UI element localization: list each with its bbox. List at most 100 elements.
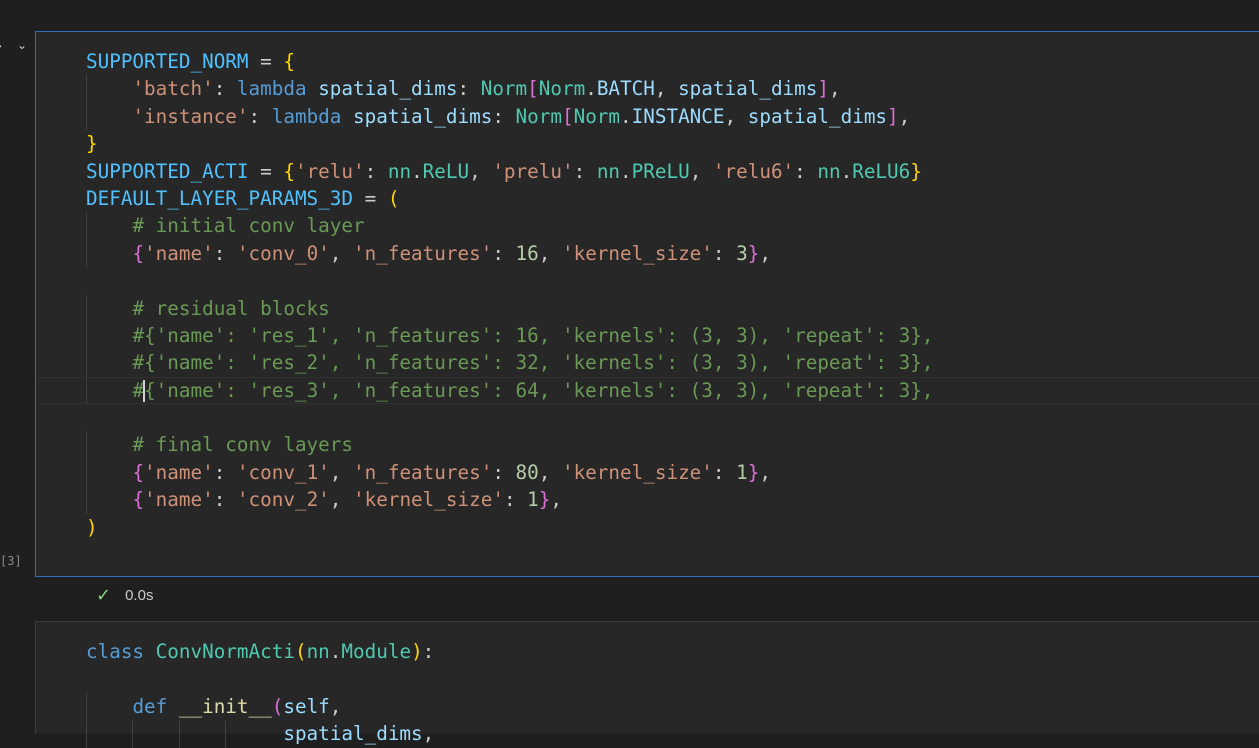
cell-status-bar: ✓ 0.0s bbox=[96, 585, 153, 606]
code-token: 1 bbox=[736, 460, 748, 484]
code-line[interactable] bbox=[86, 267, 933, 294]
code-token: , bbox=[329, 241, 354, 265]
code-token: 'conv_1' bbox=[236, 460, 330, 484]
code-token: # final conv layers bbox=[132, 433, 353, 457]
code-token: } bbox=[910, 159, 922, 183]
indent-guide bbox=[86, 75, 87, 103]
code-line[interactable]: #{'name': 'res_1', 'n_features': 16, 'ke… bbox=[86, 321, 933, 350]
code-token: : bbox=[492, 460, 516, 484]
code-token: , bbox=[550, 488, 562, 512]
code-token: Norm bbox=[573, 104, 621, 128]
code-token: , bbox=[759, 241, 771, 265]
code-line[interactable]: {'name': 'conv_2', 'kernel_size': 1}, bbox=[86, 486, 933, 514]
code-token: . bbox=[329, 640, 342, 663]
code-token: 'kernel_size' bbox=[353, 488, 504, 512]
code-token: INSTANCE bbox=[631, 104, 725, 128]
code-token: PReLU bbox=[631, 159, 690, 183]
code-token: : bbox=[573, 159, 597, 183]
code-token: Norm bbox=[480, 77, 528, 101]
cell-1-code-editor[interactable]: SUPPORTED_NORM = { 'batch': lambda spati… bbox=[35, 48, 1259, 541]
code-line[interactable]: #{'name': 'res_2', 'n_features': 32, 'ke… bbox=[86, 349, 934, 377]
code-token: 'relu6' bbox=[712, 159, 795, 183]
code-token: 16 bbox=[515, 241, 539, 265]
code-line[interactable]: # residual blocks bbox=[86, 294, 933, 322]
code-token: . bbox=[620, 159, 632, 183]
code-line[interactable]: class ConvNormActi(nn.Module): bbox=[86, 638, 434, 665]
code-token: spatial_dims bbox=[353, 104, 493, 128]
code-token: ( bbox=[387, 186, 400, 210]
code-token: , bbox=[469, 159, 493, 183]
code-cell-2[interactable]: class ConvNormActi(nn.Module): def __ini… bbox=[35, 621, 1259, 748]
code-token: , bbox=[689, 159, 713, 183]
code-line[interactable]: SUPPORTED_NORM = { bbox=[86, 48, 933, 75]
code-token: spatial_dims bbox=[678, 77, 818, 101]
code-token: spatial_dims bbox=[747, 104, 888, 128]
code-token: : bbox=[422, 640, 435, 663]
code-token: } bbox=[86, 132, 98, 156]
code-line[interactable]: 'instance': lambda spatial_dims: Norm[No… bbox=[86, 102, 933, 131]
code-token: . bbox=[411, 159, 423, 183]
code-token: ( bbox=[271, 694, 284, 718]
code-line[interactable] bbox=[86, 404, 933, 431]
run-cell-icon[interactable]: › bbox=[0, 36, 2, 55]
code-token: 'batch' bbox=[132, 77, 214, 101]
execution-count: [3] bbox=[0, 554, 22, 568]
indent-guide bbox=[86, 692, 87, 721]
code-token: lambda bbox=[236, 77, 307, 101]
code-token: nn bbox=[387, 159, 412, 183]
indent-guide bbox=[86, 349, 87, 377]
cell-2-code-editor[interactable]: class ConvNormActi(nn.Module): def __ini… bbox=[86, 638, 434, 748]
code-token: , bbox=[829, 77, 841, 101]
code-token: } bbox=[538, 488, 551, 512]
code-line[interactable] bbox=[86, 665, 434, 692]
code-token: [ bbox=[561, 104, 574, 128]
code-token: 'conv_0' bbox=[236, 241, 330, 265]
code-token: { bbox=[132, 241, 145, 265]
code-token: : bbox=[457, 77, 481, 101]
code-line[interactable]: DEFAULT_LAYER_PARAMS_3D = ( bbox=[86, 185, 933, 212]
code-token: __init__ bbox=[178, 694, 272, 718]
code-token: nn bbox=[306, 640, 330, 663]
code-token: : bbox=[712, 241, 737, 265]
code-token: : bbox=[492, 104, 516, 128]
code-token: : bbox=[492, 241, 516, 265]
code-token: ReLU6 bbox=[852, 159, 911, 183]
indent-guide bbox=[86, 239, 87, 268]
code-line[interactable]: {'name': 'conv_0', 'n_features': 16, 'ke… bbox=[86, 239, 933, 268]
code-line[interactable]: SUPPORTED_ACTI = {'relu': nn.ReLU, 'prel… bbox=[86, 158, 933, 185]
code-line[interactable]: def __init__(self, bbox=[86, 692, 434, 721]
code-cell-1[interactable]: SUPPORTED_NORM = { 'batch': lambda spati… bbox=[35, 31, 1259, 606]
code-token: } bbox=[747, 241, 760, 265]
code-token: } bbox=[747, 460, 760, 484]
code-token: lambda bbox=[271, 104, 342, 128]
code-token: #{'name': 'res_2', 'n_features': 32, 'ke… bbox=[132, 351, 934, 375]
code-token: : bbox=[794, 159, 818, 183]
code-token: 'name' bbox=[144, 241, 214, 265]
chevron-down-icon[interactable]: ⌄ bbox=[17, 38, 27, 52]
code-line[interactable]: # final conv layers bbox=[86, 431, 933, 459]
code-token: : bbox=[213, 241, 237, 265]
code-line[interactable]: 'batch': lambda spatial_dims: Norm[Norm.… bbox=[86, 75, 933, 103]
code-token: : bbox=[712, 460, 737, 484]
code-token: spatial_dims bbox=[318, 77, 458, 101]
code-token: ( bbox=[294, 640, 307, 663]
code-line[interactable]: #{'name': 'res_3', 'n_features': 64, 'ke… bbox=[35, 376, 1259, 405]
code-token: = bbox=[353, 186, 388, 210]
code-token: def bbox=[132, 694, 168, 718]
indent-guide bbox=[86, 376, 87, 405]
code-line[interactable]: } bbox=[86, 130, 933, 157]
code-line[interactable]: ) bbox=[86, 514, 933, 541]
code-line[interactable]: # initial conv layer bbox=[86, 212, 933, 240]
code-line[interactable]: {'name': 'conv_1', 'n_features': 80, 'ke… bbox=[86, 458, 933, 487]
code-token: = bbox=[248, 50, 284, 73]
code-token: = bbox=[248, 159, 284, 183]
code-token: ) bbox=[411, 640, 423, 663]
code-token: : bbox=[503, 488, 528, 512]
